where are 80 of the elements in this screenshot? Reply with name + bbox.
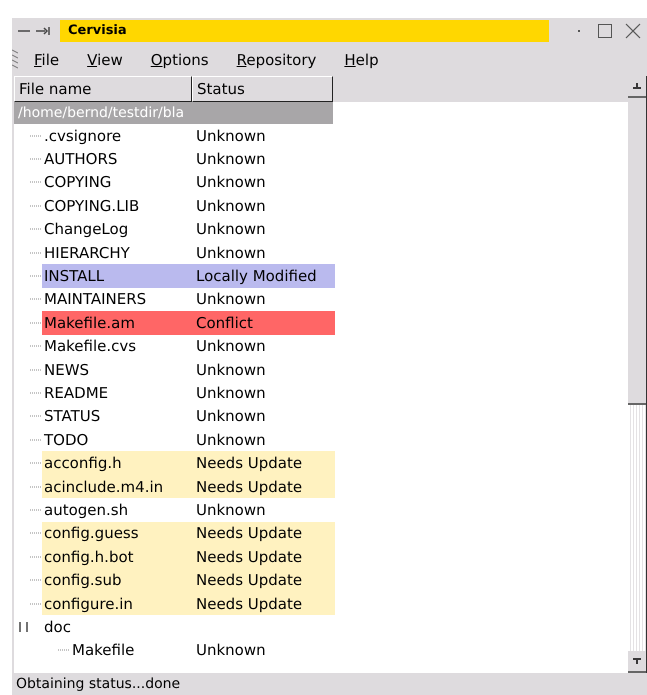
tree-connector-icon	[30, 297, 42, 302]
file-name: Makefile.am	[44, 314, 136, 332]
file-status: Needs Update	[196, 548, 302, 566]
tree-connector-icon	[58, 648, 70, 652]
tree-connector-icon	[30, 531, 42, 536]
file-status: Unknown	[196, 244, 266, 262]
file-name: NEWS	[44, 360, 90, 379]
file-status: Conflict	[196, 314, 253, 332]
tree-connector-icon	[30, 390, 42, 395]
file-status: Unknown	[196, 641, 266, 660]
file-name: HIERARCHY	[44, 244, 131, 262]
file-name: TODO	[44, 430, 90, 449]
window-menu-icon[interactable]	[18, 26, 52, 36]
file-status: Unknown	[196, 173, 266, 192]
file-name: STATUS	[44, 407, 102, 426]
tree-connector-icon	[30, 320, 42, 325]
file-status: Unknown	[196, 430, 266, 449]
menu-item[interactable]: Repository	[230, 51, 328, 69]
file-status: Locally Modified	[196, 267, 317, 286]
tree-connector-icon	[30, 578, 42, 582]
tree-connector-icon	[30, 508, 42, 512]
tree-connector-icon	[30, 414, 42, 418]
file-status: Unknown	[196, 220, 266, 238]
file-status: Unknown	[196, 150, 266, 168]
maximize-icon[interactable]	[597, 23, 613, 39]
file-status: Needs Update	[196, 594, 302, 612]
file-name: doc	[44, 618, 72, 636]
tree-connector-icon	[30, 368, 42, 372]
file-status: Unknown	[196, 337, 266, 356]
file-name: Makefile.cvs	[44, 337, 138, 356]
file-status: Needs Update	[196, 524, 302, 542]
tree-connector-icon	[30, 274, 42, 278]
window-title: Cervisia	[60, 20, 549, 42]
file-name: MAINTAINERS	[44, 290, 148, 308]
tree-connector-icon	[30, 344, 42, 348]
file-status: Unknown	[196, 500, 266, 519]
file-name: config.h.bot	[44, 548, 135, 566]
file-name: COPYING.LIB	[44, 196, 140, 215]
column-header[interactable]: File name	[14, 76, 192, 102]
file-name: INSTALL	[44, 267, 106, 286]
tree-connector-icon	[30, 602, 42, 606]
file-status: Unknown	[196, 360, 266, 379]
file-name: AUTHORS	[44, 150, 118, 168]
file-name: acinclude.m4.in	[44, 478, 164, 496]
tree-connector-icon	[30, 204, 42, 208]
menu-item[interactable]: Options	[144, 51, 221, 69]
file-name: COPYING	[44, 173, 112, 192]
status-text: Obtaining status...done	[16, 676, 180, 692]
close-icon[interactable]	[625, 23, 641, 39]
file-name: acconfig.h	[44, 454, 123, 472]
tree-connector-icon	[30, 157, 42, 162]
menu-item[interactable]: File	[28, 51, 72, 69]
file-status: Unknown	[196, 407, 266, 426]
file-name: Makefile	[72, 641, 136, 660]
tree-connector-icon	[30, 134, 42, 138]
file-name: autogen.sh	[44, 500, 130, 519]
tree-connector-icon	[30, 227, 42, 232]
file-status: Needs Update	[196, 454, 302, 472]
file-status: Unknown	[196, 126, 266, 145]
menu-item[interactable]: Help	[338, 51, 391, 69]
file-status: Unknown	[196, 196, 266, 215]
file-name: .cvsignore	[44, 126, 122, 145]
file-status: Needs Update	[196, 478, 302, 496]
tree-connector-icon	[30, 250, 42, 255]
tree-connector-icon	[30, 554, 42, 559]
tree-connector-icon	[30, 180, 42, 184]
file-status: Unknown	[196, 384, 266, 402]
file-status: Needs Update	[196, 571, 302, 590]
column-header[interactable]: Status	[192, 76, 333, 102]
file-name: ChangeLog	[44, 220, 130, 238]
scrollbar[interactable]	[628, 76, 647, 673]
file-name: README	[44, 384, 110, 402]
tree-connector-icon	[30, 484, 42, 489]
file-status: Unknown	[196, 290, 266, 308]
file-name: config.guess	[44, 524, 140, 542]
tree-connector-icon	[30, 461, 42, 466]
menu-item[interactable]: View	[81, 51, 135, 69]
file-name: config.sub	[44, 571, 123, 590]
file-name: configure.in	[44, 594, 134, 612]
tree-connector-icon	[30, 438, 42, 442]
